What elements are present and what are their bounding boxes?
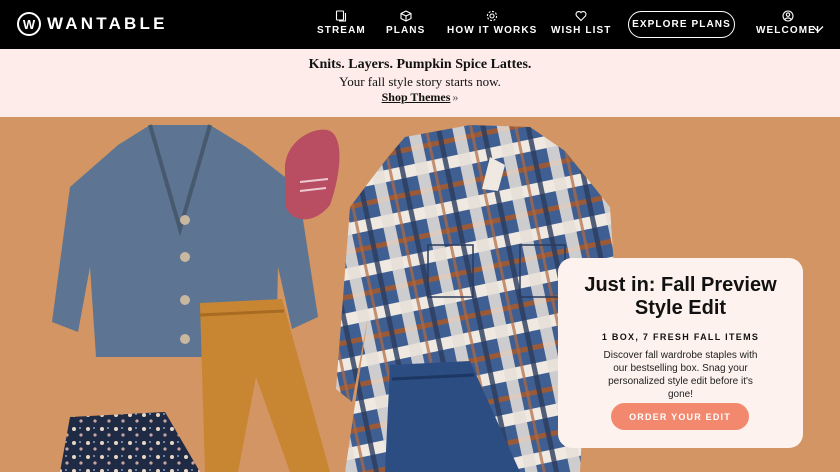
logo-mark: W [17,12,41,36]
promo-banner: Knits. Layers. Pumpkin Spice Lattes. You… [0,49,840,117]
top-nav: W WANTABLE STREAM PLANS HOW IT WORKS WIS… [0,0,840,49]
promo-link-row: Shop Themes» [0,90,840,105]
gear-icon [487,10,498,22]
wantable-logo[interactable]: W WANTABLE [17,12,168,36]
shop-themes-link[interactable]: Shop Themes [382,90,451,104]
account-label: WELCOME! [756,25,821,36]
logo-wordmark: WANTABLE [47,14,168,33]
promo-link-arrow: » [452,90,459,104]
card-title-line-2: Style Edit [634,297,727,319]
promo-card: Just in: Fall Preview Style Edit 1 BOX, … [558,258,803,448]
stream-icon [336,10,347,22]
order-your-edit-button[interactable]: ORDER YOUR EDIT [611,403,749,430]
nav-label-stream: STREAM [317,25,366,36]
nav-label-how-it-works: HOW IT WORKS [447,25,538,36]
card-title: Just in: Fall Preview Style Edit [558,274,803,320]
nav-item-plans[interactable]: PLANS [386,10,425,36]
nav-label-wish-list: WISH LIST [551,25,612,36]
card-title-line-1: Just in: Fall Preview [584,274,777,296]
chevron-down-icon[interactable] [812,25,824,33]
box-icon [400,10,412,22]
card-subtitle: 1 BOX, 7 FRESH FALL ITEMS [601,332,760,342]
explore-plans-button[interactable]: EXPLORE PLANS [628,11,735,38]
nav-item-wish-list[interactable]: WISH LIST [551,10,611,36]
nav-item-stream[interactable]: STREAM [317,10,366,36]
heart-icon [575,10,587,22]
nav-item-how-it-works[interactable]: HOW IT WORKS [447,10,537,36]
user-icon [782,10,794,22]
hero-section: Just in: Fall Preview Style Edit 1 BOX, … [0,117,840,472]
card-description: Discover fall wardrobe staples with our … [603,350,758,400]
nav-label-plans: PLANS [386,25,426,36]
promo-subline: Your fall style story starts now. [339,74,501,89]
promo-headline: Knits. Layers. Pumpkin Spice Lattes. [308,57,532,72]
account-menu[interactable]: WELCOME! [756,10,820,36]
